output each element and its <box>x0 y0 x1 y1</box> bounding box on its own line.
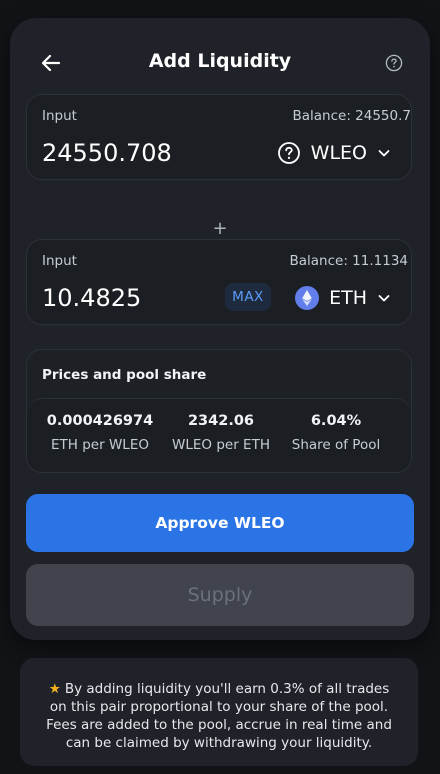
stat-share-of-pool: 6.04% Share of Pool <box>276 413 396 453</box>
max-button[interactable]: MAX <box>225 283 271 311</box>
stat-label: ETH per WLEO <box>51 437 149 453</box>
prices-title: Prices and pool share <box>42 367 207 383</box>
help-button[interactable] <box>384 53 404 73</box>
balance-label: Balance: 24550.7 <box>292 108 411 124</box>
chevron-down-icon <box>378 150 390 157</box>
star-icon: ★ <box>48 681 61 697</box>
amount-input-eth[interactable]: 10.4825 <box>42 284 141 312</box>
input-label: Input <box>42 108 77 124</box>
stat-label: Share of Pool <box>291 437 381 453</box>
balance-label: Balance: 11.1134 <box>289 253 408 269</box>
stat-value: 2342.06 <box>187 413 255 429</box>
plus-icon: + <box>212 218 228 239</box>
stat-value: 6.04% <box>310 413 362 429</box>
input-label: Input <box>42 253 77 269</box>
token-select-eth[interactable]: ETH <box>295 285 391 311</box>
page-title: Add Liquidity <box>148 50 292 72</box>
stat-label: WLEO per ETH <box>172 437 270 453</box>
input-card-eth: Input Balance: 11.1134 10.4825 MAX ETH <box>26 239 412 325</box>
prices-pool-share-card: Prices and pool share 0.000426974 ETH pe… <box>26 349 412 473</box>
token-symbol: ETH <box>329 287 367 309</box>
liquidity-info-box: ★ By adding liquidity you'll earn 0.3% of… <box>20 658 418 766</box>
input-card-wleo: Input Balance: 24550.7 24550.708 WLEO <box>26 94 412 180</box>
add-liquidity-panel: Add Liquidity Input Balance: 24550.7 245… <box>10 18 430 640</box>
prices-stats: 0.000426974 ETH per WLEO 2342.06 WLEO pe… <box>27 398 411 472</box>
supply-button: Supply <box>26 564 414 626</box>
approve-button[interactable]: Approve WLEO <box>26 494 414 552</box>
ethereum-logo-icon <box>295 286 320 310</box>
chevron-down-icon <box>378 295 390 302</box>
question-circle-icon <box>385 54 403 72</box>
stat-value: 0.000426974 <box>46 413 154 429</box>
token-select-wleo[interactable]: WLEO <box>277 140 391 166</box>
token-symbol: WLEO <box>310 142 367 164</box>
header: Add Liquidity <box>10 44 430 82</box>
stat-wleo-per-eth: 2342.06 WLEO per ETH <box>161 413 281 453</box>
stat-eth-per-wleo: 0.000426974 ETH per WLEO <box>40 413 160 453</box>
question-circle-icon <box>277 142 300 164</box>
amount-input-wleo[interactable]: 24550.708 <box>42 139 172 167</box>
info-text: By adding liquidity you'll earn 0.3% of … <box>46 681 392 751</box>
